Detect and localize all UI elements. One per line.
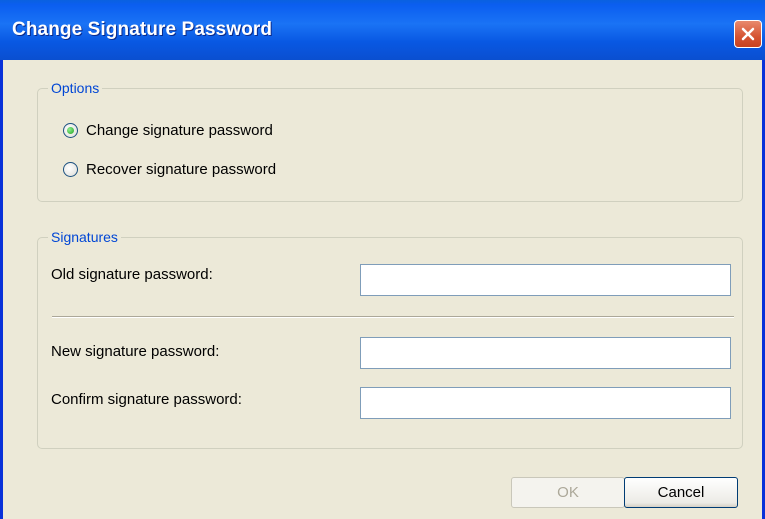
change-password-option[interactable]: Change signature password [63,122,273,139]
ok-button[interactable]: OK [511,477,625,508]
window-title: Change Signature Password [12,19,273,40]
recover-password-label[interactable]: Recover signature password [86,161,276,178]
old-password-field[interactable] [360,264,731,296]
recover-password-radio[interactable] [63,162,78,177]
confirm-password-label: Confirm signature password: [51,391,242,408]
options-legend: Options [48,80,103,96]
title-bar[interactable]: Change Signature Password [0,0,765,60]
close-icon [741,27,755,41]
change-password-label[interactable]: Change signature password [86,122,273,139]
dialog-window: Change Signature Password Options Change… [0,0,765,519]
cancel-button[interactable]: Cancel [624,477,738,508]
separator [52,316,734,318]
recover-password-option[interactable]: Recover signature password [63,161,276,178]
change-password-radio[interactable] [63,123,78,138]
confirm-password-field[interactable] [360,387,731,419]
close-button[interactable] [734,20,762,48]
new-password-label: New signature password: [51,343,220,360]
options-groupbox [37,88,743,202]
new-password-field[interactable] [360,337,731,369]
old-password-label: Old signature password: [51,266,213,283]
signatures-legend: Signatures [48,229,121,245]
